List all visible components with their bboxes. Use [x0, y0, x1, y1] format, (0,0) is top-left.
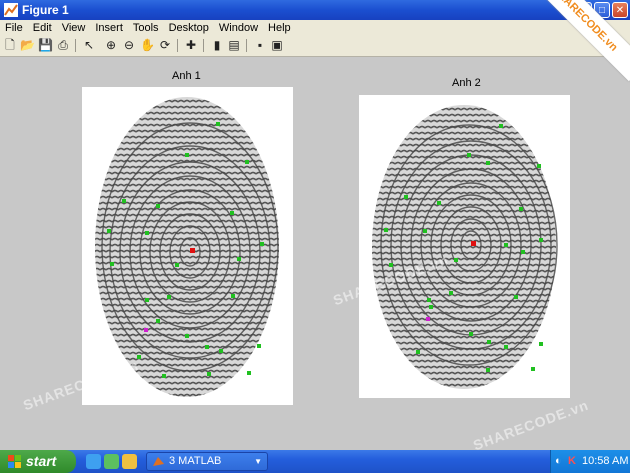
menu-help[interactable]: Help — [263, 20, 296, 34]
legend-icon[interactable]: ▤ — [227, 38, 241, 52]
network-icon[interactable]: ◐ — [555, 450, 562, 473]
close-button[interactable]: ✕ — [612, 2, 628, 18]
figure-canvas: Anh 1 Anh 2 SHARECODE.vn SHARECODE.vn SH… — [0, 57, 630, 453]
fingerprint-image-2 — [359, 95, 570, 398]
open-icon[interactable]: 📂 — [20, 38, 35, 52]
colorbar-icon[interactable]: ▮ — [210, 38, 224, 52]
clock[interactable]: 10:58 AM — [582, 450, 628, 473]
toolbar-separator — [246, 39, 247, 52]
media-icon[interactable] — [104, 454, 119, 469]
windows-taskbar: start 3 MATLAB ▼ ◐ K 10:58 AM — [0, 450, 630, 473]
start-label: start — [26, 453, 57, 469]
toolbar-separator — [75, 39, 76, 52]
menu-file[interactable]: File — [0, 20, 28, 34]
rotate-3d-icon[interactable]: ⟳ — [158, 38, 172, 52]
taskbar-matlab-label: 3 MATLAB — [169, 455, 222, 467]
toolbar-separator — [177, 39, 178, 52]
data-cursor-icon[interactable]: ✚ — [184, 38, 198, 52]
watermark-text: SHARECODE.vn — [470, 396, 591, 454]
axes-1-title: Anh 1 — [172, 70, 201, 82]
zoom-in-icon[interactable]: ⊕ — [104, 38, 118, 52]
window-titlebar[interactable]: Figure 1 _ □ ✕ — [0, 0, 630, 20]
save-icon[interactable]: 💾 — [38, 38, 53, 52]
antivirus-icon[interactable]: K — [568, 450, 576, 473]
fingerprint-image-1 — [82, 87, 293, 405]
zoom-out-icon[interactable]: ⊖ — [122, 38, 136, 52]
print-icon[interactable]: ⎙ — [56, 38, 70, 52]
menu-desktop[interactable]: Desktop — [164, 20, 214, 34]
windows-flag-icon — [8, 455, 21, 468]
pan-hand-icon[interactable]: ✋ — [140, 38, 155, 52]
start-button[interactable]: start — [0, 450, 76, 473]
menu-view[interactable]: View — [57, 20, 91, 34]
explorer-icon[interactable] — [122, 454, 137, 469]
menu-insert[interactable]: Insert — [90, 20, 128, 34]
matlab-icon — [153, 457, 164, 466]
taskbar-matlab-group[interactable]: 3 MATLAB ▼ — [146, 452, 268, 471]
menu-window[interactable]: Window — [214, 20, 263, 34]
axes-2-title: Anh 2 — [452, 77, 481, 89]
ie-icon[interactable] — [86, 454, 101, 469]
menu-bar: File Edit View Insert Tools Desktop Window Help — [0, 20, 630, 36]
hide-plot-tools-icon[interactable]: ▪ — [253, 38, 267, 52]
matlab-figure-icon — [4, 3, 18, 17]
toolbar-separator — [203, 39, 204, 52]
system-tray: ◐ K 10:58 AM — [550, 450, 630, 473]
chevron-down-icon: ▼ — [254, 457, 262, 466]
menu-tools[interactable]: Tools — [128, 20, 164, 34]
show-plot-tools-icon[interactable]: ▣ — [270, 38, 284, 52]
figure-toolbar: 🗋 📂 💾 ⎙ ↖ ⊕ ⊖ ✋ ⟳ ✚ ▮ ▤ ▪ ▣ — [0, 36, 630, 57]
menu-edit[interactable]: Edit — [28, 20, 57, 34]
new-file-icon[interactable]: 🗋 — [3, 38, 17, 52]
pointer-icon[interactable]: ↖ — [82, 38, 96, 52]
window-title: Figure 1 — [22, 3, 69, 17]
